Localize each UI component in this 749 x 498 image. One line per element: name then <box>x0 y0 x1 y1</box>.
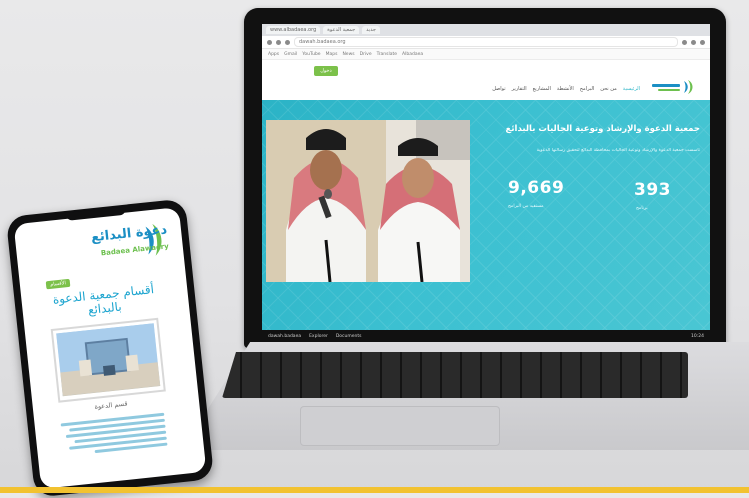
login-button[interactable]: دخول <box>314 66 338 76</box>
nav-item-projects[interactable]: المشاريع <box>533 86 551 92</box>
main-nav: الرئيسية من نحن البرامج الأنشطة المشاريع… <box>492 86 640 92</box>
taskbar-item[interactable]: dawah.badaea <box>268 334 301 339</box>
bookmarks-bar: Apps Gmail YouTube Maps News Drive Trans… <box>262 49 710 60</box>
extension-icon[interactable] <box>691 39 696 45</box>
bookmark-item[interactable]: Translate <box>377 52 397 57</box>
phone-tag-button[interactable]: الأقسام <box>45 278 71 290</box>
stat-beneficiaries-value: 9,669 <box>508 178 565 198</box>
phone-building-photo <box>56 323 161 396</box>
laptop-screen: www.albadaea.org جمعية الدعوة جديد dawah… <box>262 24 710 342</box>
hero-photo <box>266 120 470 282</box>
taskbar-item[interactable]: Explorer <box>309 334 328 339</box>
bookmark-item[interactable]: Drive <box>360 52 372 57</box>
star-icon[interactable] <box>682 39 687 45</box>
bookmark-item[interactable]: YouTube <box>302 52 320 57</box>
site-logo[interactable] <box>650 78 696 96</box>
bookmark-item[interactable]: Maps <box>326 52 338 57</box>
browser-tab[interactable]: www.albadaea.org <box>266 26 321 34</box>
stat-programs-value: 393 <box>634 180 671 200</box>
nav-item-home[interactable]: الرئيسية <box>623 86 640 92</box>
phone-screen: دعوة البدائع Badaea Alawaery الأقسام أقس… <box>13 207 207 489</box>
stat-beneficiaries-label: مستفيد من البرامج <box>508 204 544 209</box>
phone-photo-frame <box>50 317 166 403</box>
menu-icon[interactable] <box>700 39 705 45</box>
laptop-keyboard <box>222 352 688 398</box>
bookmark-item[interactable]: Apps <box>268 52 279 57</box>
browser-toolbar: dawah.badaea.org <box>262 36 710 49</box>
nav-item-contact[interactable]: تواصل <box>492 86 505 92</box>
stat-programs-label: برنامج <box>636 206 648 211</box>
taskbar-clock: 10:24 <box>691 333 704 339</box>
hero-banner: جمعية الدعوة والإرشاد وتوعية الجاليات با… <box>262 100 710 342</box>
bottom-accent-strip <box>0 487 749 493</box>
nav-item-programs[interactable]: البرامج <box>580 86 594 92</box>
site-header: دخول الرئيسية من نحن البرامج الأنشطة الم… <box>262 60 710 103</box>
nav-item-about[interactable]: من نحن <box>600 86 617 92</box>
nav-item-activities[interactable]: الأنشطة <box>557 86 574 92</box>
bookmark-item[interactable]: Albadaea <box>402 52 423 57</box>
nav-item-reports[interactable]: التقارير <box>512 86 527 92</box>
taskbar-item[interactable]: Documents <box>336 334 362 339</box>
hero-title: جمعية الدعوة والإرشاد وتوعية الجاليات با… <box>505 124 700 134</box>
bookmark-item[interactable]: News <box>342 52 354 57</box>
hero-subtitle: تأسست جمعية الدعوة والإرشاد وتوعية الجال… <box>536 148 700 153</box>
back-icon[interactable] <box>267 39 272 45</box>
address-bar[interactable]: dawah.badaea.org <box>294 37 678 47</box>
forward-icon[interactable] <box>276 39 281 45</box>
phone-device: دعوة البدائع Badaea Alawaery الأقسام أقس… <box>5 198 215 498</box>
browser-tab[interactable]: جمعية الدعوة <box>323 26 360 34</box>
phone-body-text <box>60 410 168 460</box>
reload-icon[interactable] <box>285 39 290 45</box>
browser-tab-bar: www.albadaea.org جمعية الدعوة جديد <box>262 24 710 36</box>
laptop-trackpad <box>300 406 500 446</box>
device-mockup-scene: www.albadaea.org جمعية الدعوة جديد dawah… <box>0 0 749 498</box>
browser-tab[interactable]: جديد <box>362 26 380 34</box>
windows-taskbar: dawah.badaea Explorer Documents 10:24 <box>262 330 710 342</box>
bookmark-item[interactable]: Gmail <box>284 52 297 57</box>
